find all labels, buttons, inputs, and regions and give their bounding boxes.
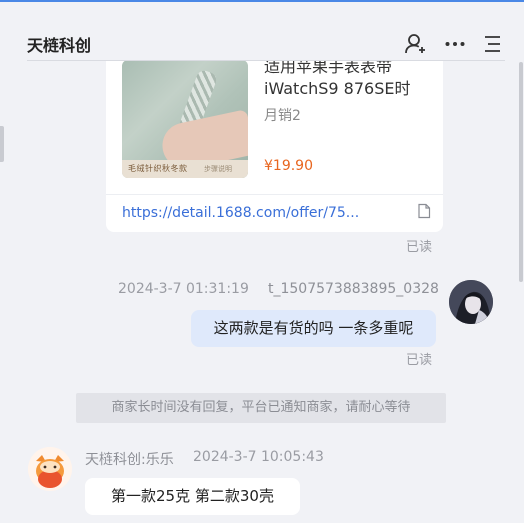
copy-document-icon[interactable] bbox=[417, 203, 431, 219]
more-dots-icon[interactable] bbox=[443, 32, 467, 56]
message-time: 2024-3-7 01:31:19 bbox=[118, 281, 249, 297]
system-notice: 商家长时间没有回复，平台已通知商家，请耐心等待 bbox=[76, 393, 446, 423]
product-image-caption-small: 步骤说明 bbox=[204, 165, 232, 173]
product-image-caption: 毛绒针织秋冬款 bbox=[128, 164, 188, 173]
card-divider bbox=[106, 194, 443, 195]
message-sender: t_1507573883895_0328 bbox=[268, 281, 439, 297]
product-image[interactable]: 毛绒针织秋冬款 步骤说明 bbox=[122, 60, 248, 178]
panel-resize-handle[interactable] bbox=[0, 126, 4, 162]
scrollbar-thumb[interactable] bbox=[519, 62, 523, 282]
avatar[interactable] bbox=[449, 280, 493, 324]
read-status: 已读 bbox=[406, 353, 433, 368]
header-divider bbox=[27, 60, 505, 61]
message-bubble[interactable]: 第一款25克 第二款30壳 bbox=[85, 478, 300, 515]
read-status: 已读 bbox=[406, 240, 433, 255]
product-card[interactable]: 毛绒针织秋冬款 步骤说明 适用苹果手表表带iWatchS9 876SE时尚...… bbox=[106, 40, 443, 232]
message-time: 2024-3-7 10:05:43 bbox=[193, 449, 324, 465]
avatar[interactable] bbox=[28, 447, 72, 491]
product-title[interactable]: 适用苹果手表表带iWatchS9 876SE时尚... bbox=[264, 56, 430, 100]
product-sales: 月销2 bbox=[264, 108, 301, 124]
chat-header: 天梿科创 bbox=[0, 2, 524, 60]
message-sender: 天梿科创:乐乐 bbox=[85, 452, 174, 468]
user-add-icon[interactable] bbox=[403, 32, 427, 56]
product-price: ¥19.90 bbox=[264, 158, 313, 174]
chat-title: 天梿科创 bbox=[27, 36, 92, 55]
message-bubble[interactable]: 这两款是有货的吗 一条多重呢 bbox=[191, 310, 436, 347]
menu-lines-icon[interactable] bbox=[480, 32, 504, 56]
product-link[interactable]: https://detail.1688.com/offer/75... bbox=[122, 205, 359, 221]
